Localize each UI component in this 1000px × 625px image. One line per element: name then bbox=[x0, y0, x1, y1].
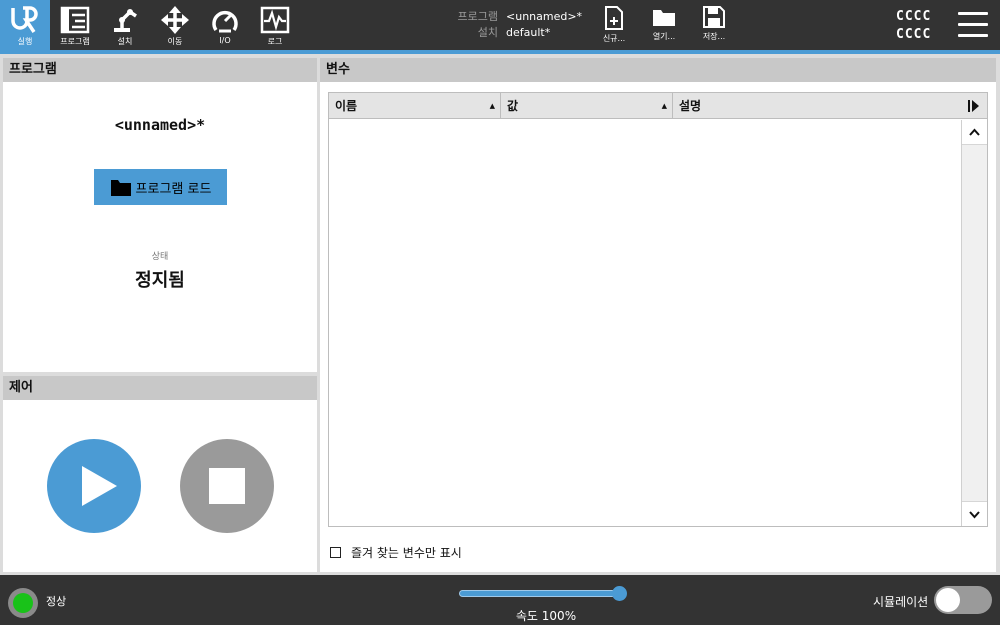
variables-panel: 변수 이름 ▲ 값 ▲ 설명 즐겨 찾는 변수만 표시 bbox=[320, 58, 996, 572]
install-value: default* bbox=[506, 26, 551, 39]
load-program-label: 프로그램 로드 bbox=[135, 181, 212, 197]
column-header-label: 값 bbox=[507, 99, 519, 113]
control-panel: 제어 bbox=[3, 376, 317, 572]
top-bar: 실행 프로그램 설치 이동 I/O 로그 프로그램 <unnamed>* 설치 … bbox=[0, 0, 1000, 50]
favorites-only-label: 즐겨 찾는 변수만 표시 bbox=[351, 546, 462, 560]
nav-tab-run[interactable]: 실행 bbox=[0, 0, 50, 50]
nav-tab-label: 실행 bbox=[17, 37, 33, 46]
io-gauge-icon bbox=[212, 10, 238, 33]
expand-columns-icon[interactable] bbox=[961, 93, 987, 119]
nav-tab-log[interactable]: 로그 bbox=[250, 0, 300, 50]
stop-icon bbox=[209, 468, 245, 504]
nav-tab-io[interactable]: I/O bbox=[200, 0, 250, 50]
simulation-label: 시뮬레이션 bbox=[873, 595, 929, 609]
column-header-label: 이름 bbox=[335, 99, 358, 113]
program-panel-title: 프로그램 bbox=[3, 58, 317, 82]
status-value: 정지됨 bbox=[135, 270, 185, 291]
nav-tab-label: 프로그램 bbox=[60, 37, 90, 46]
open-file-label: 열기... bbox=[652, 32, 676, 41]
speed-label: 속도 100% bbox=[515, 609, 577, 623]
nav-tab-program[interactable]: 프로그램 bbox=[50, 0, 100, 50]
program-tree-icon bbox=[60, 6, 90, 34]
column-header-description[interactable]: 설명 bbox=[673, 93, 961, 119]
program-info: 프로그램 <unnamed>* 설치 default* bbox=[430, 9, 583, 41]
play-icon bbox=[82, 466, 117, 506]
play-button[interactable] bbox=[47, 439, 141, 533]
speed-slider[interactable] bbox=[459, 586, 627, 601]
variables-panel-title: 변수 bbox=[320, 58, 996, 82]
nav-tab-label: 이동 bbox=[167, 37, 183, 46]
table-scrollbar[interactable] bbox=[961, 120, 987, 526]
open-file-button[interactable]: 열기... bbox=[644, 6, 684, 48]
simulation-toggle-knob bbox=[936, 588, 960, 612]
sort-up-icon: ▲ bbox=[661, 102, 667, 110]
hamburger-menu-icon[interactable] bbox=[958, 12, 990, 40]
robot-id-line: CCCC bbox=[896, 9, 932, 24]
column-header-name[interactable]: 이름 ▲ bbox=[329, 93, 501, 119]
nav-tab-label: 로그 bbox=[267, 37, 283, 46]
robot-id-line: CCCC bbox=[896, 27, 932, 42]
new-file-button[interactable]: 신규... bbox=[594, 6, 634, 48]
new-file-icon bbox=[605, 6, 623, 30]
nav-tab-move[interactable]: 이동 bbox=[150, 0, 200, 50]
table-header: 이름 ▲ 값 ▲ 설명 bbox=[329, 93, 987, 119]
nav-tab-label: I/O bbox=[219, 36, 231, 45]
column-header-value[interactable]: 값 ▲ bbox=[501, 93, 673, 119]
speed-slider-track bbox=[459, 590, 620, 597]
save-file-button[interactable]: 저장... bbox=[694, 6, 734, 48]
checkbox-box[interactable] bbox=[330, 547, 341, 558]
log-chart-icon bbox=[260, 6, 290, 34]
scroll-down-button[interactable] bbox=[962, 501, 987, 526]
stop-button[interactable] bbox=[180, 439, 274, 533]
robot-arm-icon bbox=[114, 9, 137, 32]
program-name: <unnamed>* bbox=[114, 116, 206, 134]
install-key: 설치 bbox=[477, 26, 498, 39]
load-program-button[interactable]: 프로그램 로드 bbox=[94, 169, 227, 205]
simulation-toggle[interactable] bbox=[934, 586, 992, 614]
chevron-up-icon bbox=[969, 128, 980, 136]
save-disk-icon bbox=[703, 6, 725, 28]
new-file-label: 신규... bbox=[602, 34, 626, 43]
chevron-down-icon bbox=[969, 511, 980, 519]
ur-logo-icon bbox=[11, 6, 38, 33]
speed-slider-knob[interactable] bbox=[612, 586, 627, 601]
footer-bar: 정상 속도 100% 시뮬레이션 bbox=[0, 575, 1000, 625]
program-value: <unnamed>* bbox=[506, 10, 583, 23]
nav-tab-install[interactable]: 설치 bbox=[100, 0, 150, 50]
favorites-only-checkbox[interactable]: 즐겨 찾는 변수만 표시 bbox=[330, 544, 462, 561]
variables-table: 이름 ▲ 값 ▲ 설명 bbox=[328, 92, 988, 527]
control-panel-title: 제어 bbox=[3, 376, 317, 400]
robot-id: CCCC CCCC bbox=[896, 8, 931, 44]
scroll-up-button[interactable] bbox=[962, 120, 987, 145]
nav-tab-label: 설치 bbox=[117, 37, 133, 46]
program-panel: 프로그램 <unnamed>* 프로그램 로드 상태 정지됨 bbox=[3, 58, 317, 372]
folder-icon bbox=[653, 10, 675, 26]
folder-icon bbox=[110, 180, 131, 196]
sort-up-icon: ▲ bbox=[489, 102, 495, 110]
move-arrows-icon bbox=[161, 6, 189, 34]
column-header-label: 설명 bbox=[679, 99, 702, 113]
status-label: 상태 bbox=[151, 252, 169, 262]
save-file-label: 저장... bbox=[702, 32, 726, 41]
topbar-accent-line bbox=[0, 50, 1000, 54]
program-key: 프로그램 bbox=[457, 10, 498, 23]
